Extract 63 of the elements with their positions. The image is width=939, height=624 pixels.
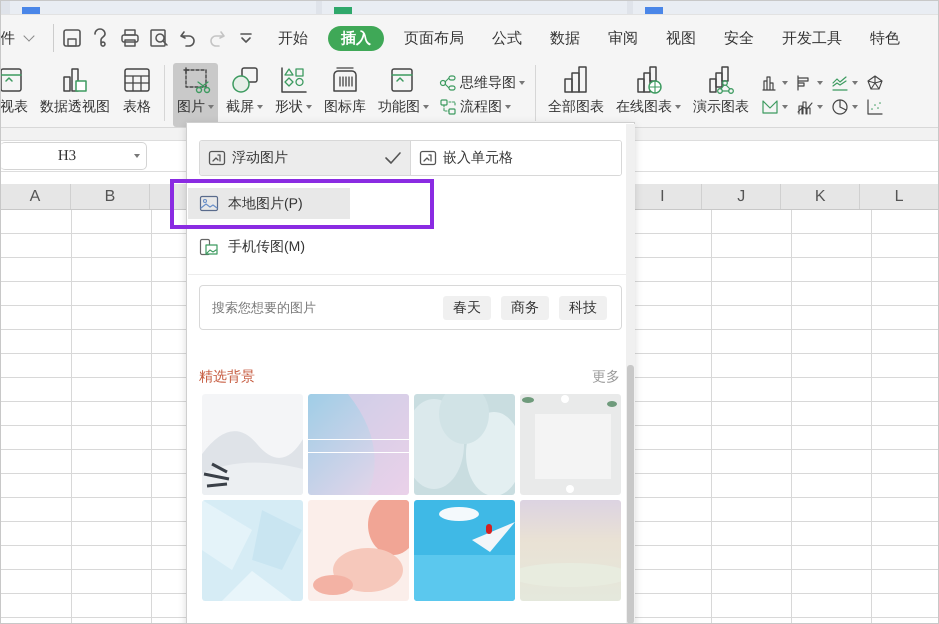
- image-icon: [208, 150, 226, 166]
- column-header[interactable]: L: [860, 184, 939, 209]
- tag-button[interactable]: 科技: [559, 296, 607, 320]
- menu-tab[interactable]: 开始: [278, 26, 308, 50]
- menu-tab[interactable]: 公式: [492, 26, 522, 50]
- ribbon-button[interactable]: 全部图表: [544, 63, 608, 127]
- undo-icon[interactable]: [178, 28, 198, 48]
- ribbon-button[interactable]: 流程图: [439, 98, 525, 116]
- scatter-chart-icon[interactable]: [866, 98, 884, 116]
- menu-item[interactable]: 手机传图(M): [188, 231, 350, 262]
- mind-map-icon: [439, 74, 457, 92]
- ribbon-button[interactable]: 视表: [0, 63, 32, 127]
- caret-icon: [817, 105, 823, 109]
- phone-image-icon: [199, 238, 219, 256]
- name-box[interactable]: H3: [0, 142, 147, 170]
- shapes-icon: [230, 65, 260, 95]
- icon-library-icon: [278, 65, 308, 95]
- menu-tab[interactable]: 页面布局: [404, 26, 464, 50]
- print-icon[interactable]: [120, 28, 140, 48]
- ribbon-button[interactable]: 图标库: [320, 63, 370, 127]
- line-chart-icon[interactable]: [831, 74, 849, 92]
- ribbon-button[interactable]: 数据透视图: [36, 63, 114, 127]
- ribbon-button[interactable]: 图片: [173, 63, 218, 127]
- screenshot-icon: [180, 65, 210, 95]
- tag-button[interactable]: 商务: [501, 296, 549, 320]
- ribbon-button[interactable]: 思维导图: [439, 74, 525, 92]
- search-field[interactable]: 搜索您想要的图片 春天 商务 科技: [199, 285, 622, 330]
- document-tab[interactable]: [633, 0, 939, 14]
- radar-chart-icon[interactable]: [866, 74, 884, 92]
- image-icon: [199, 194, 219, 212]
- check-icon: [384, 151, 402, 165]
- column-header[interactable]: K: [781, 184, 860, 209]
- ribbon-button[interactable]: 表格: [118, 63, 156, 127]
- menu-tab[interactable]: 审阅: [608, 26, 638, 50]
- caret-icon: [782, 105, 788, 109]
- menu-item[interactable]: 本地图片(P): [188, 188, 350, 219]
- column-header[interactable]: A: [0, 184, 72, 209]
- menu-tab[interactable]: 数据: [550, 26, 580, 50]
- menu-tab[interactable]: 视图: [666, 26, 696, 50]
- menu-tab[interactable]: 安全: [724, 26, 754, 50]
- ribbon-button[interactable]: 演示图表: [689, 63, 753, 127]
- column-header[interactable]: J: [702, 184, 782, 209]
- caret-icon: [852, 81, 858, 85]
- document-tab[interactable]: [10, 0, 316, 14]
- pie-chart-icon[interactable]: [831, 98, 849, 116]
- image-icon: [419, 150, 437, 166]
- file-menu[interactable]: 件: [0, 28, 15, 48]
- document-tab[interactable]: [322, 0, 628, 14]
- tag-button[interactable]: 春天: [443, 296, 491, 320]
- flowchart-icon: [439, 98, 457, 116]
- mode-toggle[interactable]: 浮动图片: [200, 141, 411, 175]
- caret-icon: [782, 81, 788, 85]
- menu-tab[interactable]: 开发工具: [782, 26, 842, 50]
- menu-tab[interactable]: 特色: [870, 26, 900, 50]
- area-chart-icon[interactable]: [761, 98, 779, 116]
- save-icon[interactable]: [62, 28, 82, 48]
- column-header[interactable]: B: [71, 184, 150, 209]
- caret-icon: [817, 81, 823, 85]
- scrollbar[interactable]: [626, 124, 635, 624]
- print-preview-icon[interactable]: [149, 28, 169, 48]
- caret-icon: [134, 154, 140, 158]
- caret-icon: [852, 105, 858, 109]
- section-title: 精选背景: [199, 368, 255, 386]
